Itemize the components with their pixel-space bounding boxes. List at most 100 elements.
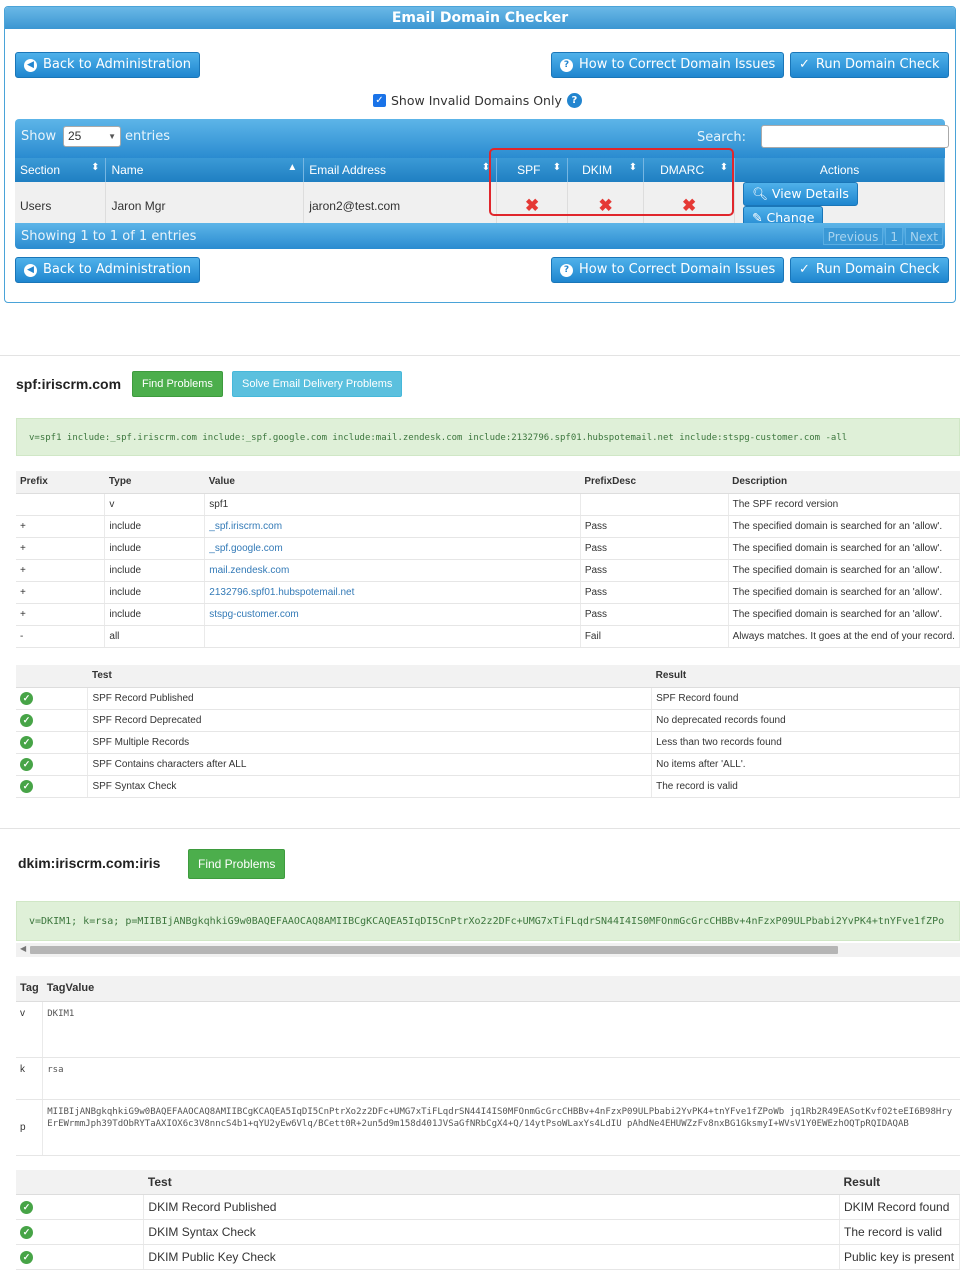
col-section-label: Section [20,163,61,177]
help-icon[interactable]: ? [566,93,582,108]
sort-asc-icon: ▲ [287,162,298,173]
table-info: Showing 1 to 1 of 1 entries [21,229,197,244]
invalid-only-toggle[interactable]: ✓ Show Invalid Domains Only ? [373,93,582,108]
view-details-button[interactable]: 🔍︎ View Details [743,182,858,206]
view-details-label: View Details [771,186,849,201]
spf-find-problems-button[interactable]: Find Problems [132,371,223,397]
cell-prefixdesc: Pass [580,581,729,604]
check-circle-icon: ✓ [20,779,33,793]
cell-prefixdesc: Pass [580,537,729,560]
how-to-correct-button-top[interactable]: ? How to Correct Domain Issues [551,52,785,78]
cell-tagvalue: rsa [42,1057,960,1100]
scrollbar-thumb[interactable] [30,946,838,954]
col-name-label: Name [111,163,144,177]
cell-test: SPF Multiple Records [87,731,653,754]
status-cell: ✓ [16,709,89,732]
table-row: + include mail.zendesk.com Pass The specifie… [16,559,960,582]
cell-prefix: - [16,625,106,648]
col-description: Description [728,471,960,494]
cell-tag: k [16,1057,44,1100]
table-row: + include _spf.google.com Pass The specified… [16,537,960,560]
status-cell: ✓ [16,687,89,710]
col-value: Value [204,471,581,494]
col-tagvalue: TagValue [42,976,960,1002]
spf-title: spf:iriscrm.com [16,376,122,392]
cell-value-link[interactable]: _spf.google.com [204,537,581,560]
cell-prefixdesc: Pass [580,559,729,582]
col-result: Result [651,665,960,688]
run-domain-check-button-bottom[interactable]: ✓ Run Domain Check [790,257,949,283]
col-test: Test [87,665,652,688]
cell-type: include [104,515,206,538]
table-row: k rsa [16,1057,960,1100]
cell-prefix [16,493,106,516]
cell-description: The specified domain is searched for an … [728,603,960,626]
check-circle-icon: ✓ [20,1226,33,1239]
cell-type: include [104,581,206,604]
status-cell: ✓ [16,775,89,798]
back-to-administration-button-bottom[interactable]: ◀ Back to Administration [15,257,201,283]
cell-result: Less than two records found [651,731,960,754]
invalid-only-label: Show Invalid Domains Only [391,93,562,108]
table-row: + include 2132796.spf01.hubspotemail.net Pa… [16,581,960,604]
cell-test: SPF Record Deprecated [87,709,653,732]
check-circle-icon: ✓ [20,1201,33,1214]
col-actions-label: Actions [819,163,860,177]
cell-value [204,625,581,648]
status-cell: ✓ [16,731,89,754]
run-label: Run Domain Check [815,57,940,72]
next-page-button[interactable]: Next [905,227,943,245]
cell-result: DKIM Record found [839,1194,960,1220]
invalid-only-checkbox[interactable]: ✓ [373,94,386,107]
cell-description: The specified domain is searched for an … [728,559,960,582]
run-domain-check-button-top[interactable]: ✓ Run Domain Check [790,52,949,78]
cell-prefix: + [16,559,106,582]
search-label: Search: [697,130,747,145]
cell-type: all [104,625,206,648]
page-length-select[interactable]: 25 ▼ [63,126,121,147]
check-circle-icon: ✓ [20,757,33,771]
cell-tag: v [16,1001,44,1058]
scroll-left-icon[interactable]: ◀ [20,944,26,953]
dkim-find-problems-button[interactable]: Find Problems [188,849,286,879]
cell-prefixdesc: Pass [580,603,729,626]
dkim-tag-table: Tag TagValue v DKIM1 k rsa p MIIBIjANBgkqhk… [16,976,960,1156]
cell-value-link[interactable]: 2132796.spf01.hubspotemail.net [204,581,581,604]
horizontal-scrollbar[interactable]: ◀ [16,943,960,957]
check-circle-icon: ✓ [20,691,33,705]
how-to-correct-button-bottom[interactable]: ? How to Correct Domain Issues [551,257,785,283]
cell-description: The SPF record version [728,493,960,516]
cell-test: DKIM Syntax Check [143,1219,840,1245]
col-type: Type [104,471,205,494]
cell-value-link[interactable]: _spf.iriscrm.com [204,515,581,538]
cell-tagvalue: DKIM1 [42,1001,960,1058]
table-row: ✓ DKIM Syntax Check The record is valid [16,1219,960,1245]
table-row: v spf1 The SPF record version [16,493,960,516]
col-section[interactable]: Section ⬍ [15,158,107,182]
page-1-button[interactable]: 1 [885,227,904,245]
cell-prefixdesc: Pass [580,515,729,538]
question-icon: ? [560,263,573,277]
col-email[interactable]: Email Address ⬍ [303,158,498,182]
grid-toolbar: Show 25 ▼ entries Search: [15,119,949,158]
col-name[interactable]: Name ▲ [105,158,305,182]
table-row: ✓ SPF Syntax Check The record is valid [16,775,960,798]
entries-label: entries [125,129,171,144]
solve-delivery-problems-button[interactable]: Solve Email Delivery Problems [232,371,403,397]
cell-type: include [104,537,206,560]
check-circle-icon: ✓ [20,1251,33,1264]
previous-page-button[interactable]: Previous [822,227,884,245]
search-input[interactable] [761,125,949,148]
cell-tagvalue: MIIBIjANBgkqhkiG9w0BAQEFAAOCAQ8AMIIBCgKC… [42,1099,960,1156]
table-row: ✓ SPF Multiple Records Less than two recor… [16,731,960,754]
cell-value-link[interactable]: stspg-customer.com [204,603,581,626]
cell-result: The record is valid [651,775,960,798]
back-to-administration-button-top[interactable]: ◀ Back to Administration [15,52,201,78]
status-cell: ✓ [16,1219,145,1245]
cell-test: SPF Contains characters after ALL [87,753,653,776]
cell-value-link[interactable]: mail.zendesk.com [204,559,581,582]
cell-prefixdesc: Fail [580,625,729,648]
dkim-section: dkim:iriscrm.com:iris Find Problems v=DK… [0,828,960,1279]
check-circle-icon: ✓ [20,735,33,749]
cell-test: SPF Record Published [87,687,653,710]
